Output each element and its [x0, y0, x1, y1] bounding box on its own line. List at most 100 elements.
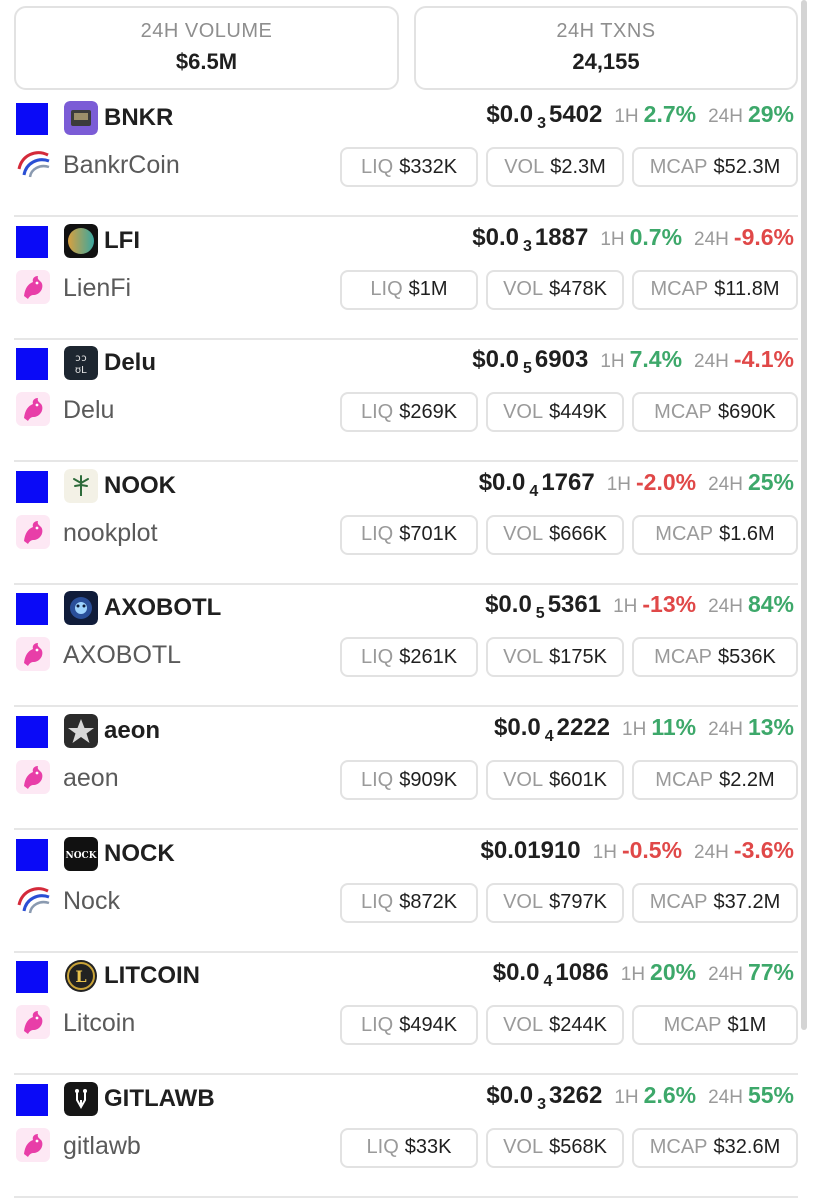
market-cap-pill-value: $1M	[727, 1013, 767, 1036]
token-row[interactable]: ɔɔ ʊL Delu Delu $0.0 5 6903 1H 7.4% 24H -4.1% LIQ $2…	[14, 340, 798, 463]
change-1h-value: 2.6%	[643, 1081, 697, 1108]
liquidity-pill-value: $1M	[408, 278, 448, 301]
price-prefix: $0.0	[478, 468, 526, 496]
market-cap-pill-value: $32.6M	[713, 1136, 781, 1159]
aeon-star-icon	[64, 714, 98, 748]
market-cap-pill-value: $37.2M	[713, 891, 781, 914]
token-symbol: NOCK	[104, 839, 175, 867]
liquidity-pill-value: $261K	[399, 645, 458, 668]
price-zero-count: 3	[537, 115, 546, 132]
token-row[interactable]: GITLAWB gitlawb $0.0 3 3262 1H 2.6% 24H 55% LIQ $3…	[14, 1076, 798, 1198]
txns-label: 24H TXNS	[556, 20, 656, 42]
volume-stat-card: 24H VOLUME $6.5M	[14, 6, 399, 90]
market-cap-pill: MCAP $690K	[632, 392, 798, 433]
change-1h-value: -0.5%	[621, 836, 683, 863]
market-cap-pill: MCAP $1.6M	[632, 514, 798, 555]
token-row[interactable]: NOOK nookplot $0.0 4 1767 1H -2.0% 24H 25% LIQ $70…	[14, 463, 798, 585]
token-price: $0.0 5 6903	[472, 346, 588, 378]
change-1h-value: 11%	[651, 714, 697, 740]
change-1h-value: -2.0%	[636, 468, 697, 495]
change-1h-value: 2.7%	[643, 101, 697, 127]
token-price: $0.0 4 1767	[479, 469, 595, 501]
scrollbar[interactable]	[801, 0, 807, 1030]
market-cap-pill-label: MCAP	[654, 645, 712, 668]
liquidity-pill: LIQ $332K	[340, 147, 478, 187]
price-digits: 1887	[534, 223, 589, 251]
volume-pill-label: VOL	[503, 1013, 544, 1036]
chain-square-icon	[16, 470, 48, 503]
price-digits: 1767	[541, 468, 595, 496]
liquidity-pill: LIQ $872K	[340, 882, 478, 923]
change-24h-value: -9.6%	[733, 223, 794, 250]
market-cap-pill-label: MCAP	[655, 523, 714, 546]
token-symbol: LFI	[104, 226, 140, 254]
chain-square-icon	[16, 103, 48, 135]
volume-pill: VOL $2.3M	[486, 147, 624, 187]
price-zero-count: 4	[544, 728, 554, 745]
token-row[interactable]: NOCK NOCK Nock $0.01910 1H -0.5% 24H -3.6% LIQ $8…	[14, 831, 798, 953]
txns-stat-card: 24H TXNS 24,155	[414, 6, 798, 90]
svg-text:L: L	[75, 967, 86, 986]
liquidity-pill-label: LIQ	[360, 523, 394, 546]
token-row[interactable]: L LITCOIN Litcoin $0.0 4 1086 1H 20% 24H 77% LIQ $4…	[14, 953, 798, 1076]
svg-text:ʊL: ʊL	[75, 365, 87, 376]
change-1h-value: 20%	[650, 959, 697, 986]
liquidity-pill: LIQ $269K	[340, 392, 478, 433]
price-line: $0.0 3 1887 1H 0.7% 24H -9.6%	[472, 224, 794, 258]
token-row[interactable]: LFI LienFi $0.0 3 1887 1H 0.7% 24H -9.6% LIQ $1M VO…	[14, 218, 798, 340]
price-digits: 5361	[547, 591, 602, 619]
chain-square-icon	[16, 348, 48, 381]
change-24h-value: -4.1%	[733, 346, 794, 373]
price-line: $0.0 4 2222 1H 11% 24H 13%	[494, 714, 794, 748]
price-line: $0.0 3 5402 1H 2.7% 24H 29%	[486, 101, 794, 135]
market-cap-pill: MCAP $32.6M	[632, 1127, 798, 1168]
liquidity-pill-value: $269K	[399, 400, 458, 423]
volume-pill-value: $797K	[549, 891, 607, 914]
token-symbol: Delu	[104, 349, 157, 377]
volume-pill-label: VOL	[503, 768, 544, 791]
delu-logo-icon: ɔɔ ʊL	[64, 346, 98, 381]
liquidity-pill: LIQ $494K	[340, 1005, 478, 1046]
token-row[interactable]: aeon aeon $0.0 4 2222 1H 11% 24H 13% LIQ $909K VOL $…	[14, 708, 798, 830]
change-1h-label: 1H	[592, 841, 617, 863]
volume-pill: VOL $478K	[486, 269, 624, 310]
volume-pill-value: $175K	[549, 645, 607, 668]
price-digits: 2222	[556, 714, 611, 741]
token-price: $0.0 4 2222	[494, 714, 610, 746]
uniswap-unicorn-icon	[16, 392, 50, 427]
price-zero-count: 4	[529, 482, 539, 500]
chain-square-icon	[16, 838, 48, 871]
token-price: $0.0 3 1887	[472, 224, 588, 256]
liquidity-pill-label: LIQ	[366, 1136, 399, 1159]
volume-pill: VOL $175K	[486, 637, 624, 678]
token-row[interactable]: AXOBOTL AXOBOTL $0.0 5 5361 1H -13% 24H 84% LIQ $2…	[14, 585, 798, 708]
price-line: $0.0 3 3262 1H 2.6% 24H 55%	[486, 1082, 794, 1116]
change-1h-value: 7.4%	[629, 346, 683, 373]
uniswap-unicorn-icon	[16, 1005, 50, 1040]
volume-pill-label: VOL	[503, 645, 544, 668]
token-price: $0.0 3 3262	[486, 1082, 602, 1114]
liquidity-pill-value: $33K	[404, 1136, 452, 1159]
svg-text:NOCK: NOCK	[65, 851, 97, 861]
volume-pill-value: $568K	[549, 1136, 607, 1159]
token-name: BankrCoin	[63, 151, 180, 179]
price-zero-count: 3	[523, 237, 532, 255]
liquidity-pill: LIQ $701K	[340, 514, 478, 555]
volume-pill-label: VOL	[503, 891, 544, 914]
liquidity-pill-value: $872K	[399, 891, 458, 914]
change-1h-value: -13%	[642, 591, 697, 618]
volume-pill: VOL $244K	[486, 1005, 624, 1046]
volume-pill-label: VOL	[504, 155, 545, 178]
market-cap-pill-value: $1.6M	[719, 523, 775, 546]
volume-pill: VOL $449K	[486, 392, 624, 433]
price-line: $0.0 5 6903 1H 7.4% 24H -4.1%	[472, 346, 794, 380]
token-price: $0.0 5 5361	[485, 591, 601, 623]
change-1h-label: 1H	[600, 228, 625, 250]
liquidity-pill: LIQ $909K	[340, 760, 478, 800]
price-digits: 3262	[548, 1081, 603, 1109]
change-24h-label: 24H	[708, 106, 743, 127]
lienfi-logo-icon	[64, 223, 98, 258]
token-row[interactable]: BNKR BankrCoin $0.0 3 5402 1H 2.7% 24H 29% LIQ $33…	[14, 95, 798, 217]
stats-bar: 24H VOLUME $6.5M 24H TXNS 24,155	[14, 6, 798, 90]
volume-pill: VOL $666K	[486, 514, 624, 555]
